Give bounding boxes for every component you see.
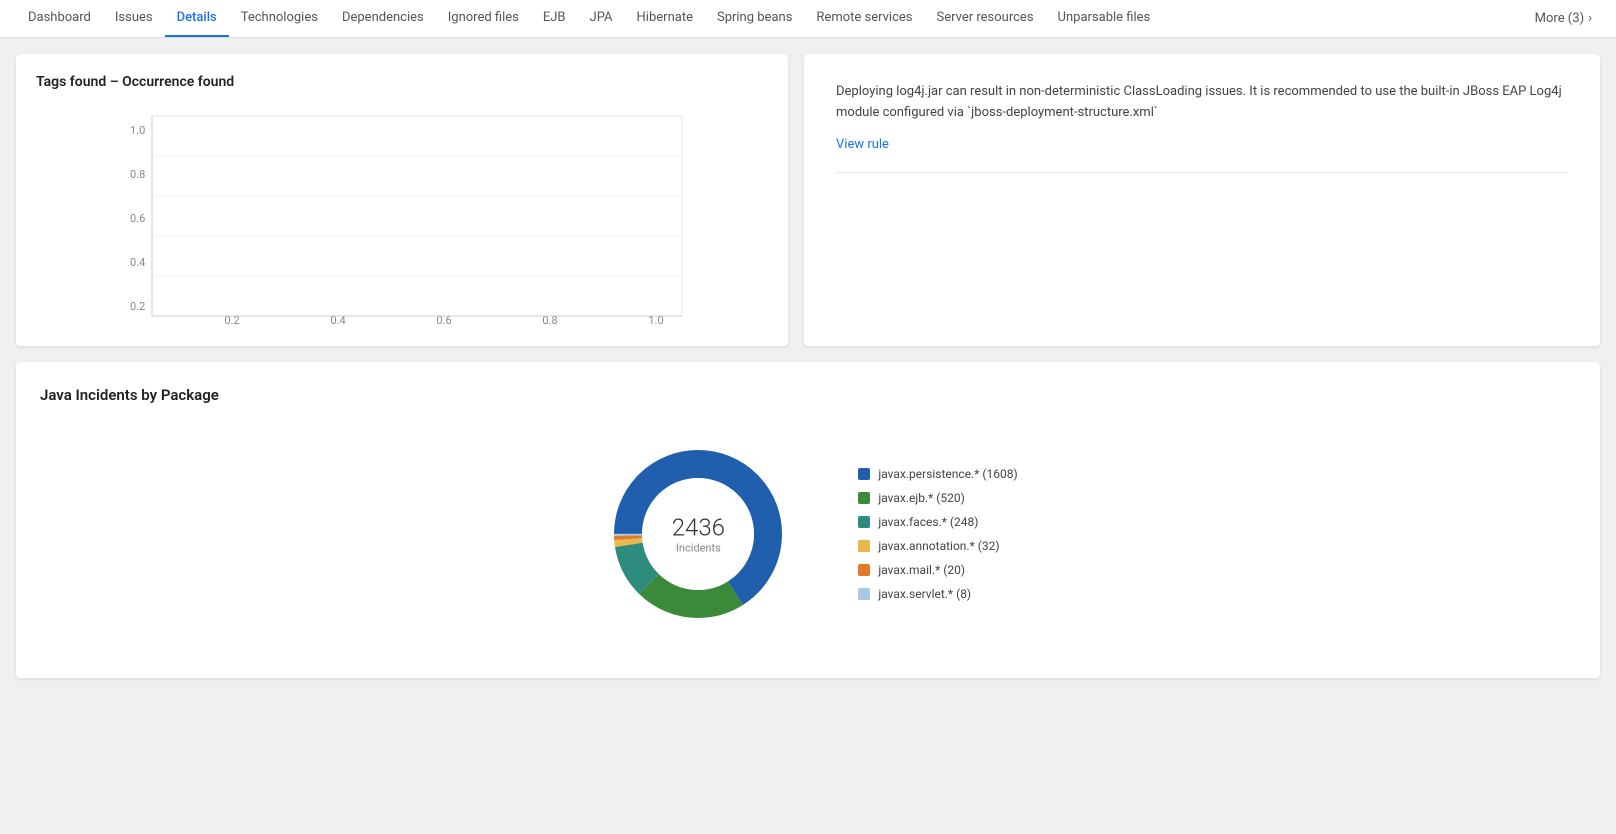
legend-color-ejb [858, 492, 870, 504]
legend-label-persistence: javax.persistence.* (1608) [878, 467, 1017, 481]
nav-more[interactable]: More (3) › [1527, 11, 1600, 26]
legend-item-annotation: javax.annotation.* (32) [858, 539, 1017, 553]
donut-center: 2436 Incidents [672, 514, 725, 555]
nav-dashboard[interactable]: Dashboard [16, 0, 103, 38]
nav-remote-services[interactable]: Remote services [804, 0, 924, 38]
nav-jpa[interactable]: JPA [578, 0, 625, 38]
nav-unparsable-files[interactable]: Unparsable files [1046, 0, 1163, 38]
legend-item-mail: javax.mail.* (20) [858, 563, 1017, 577]
legend-item-ejb: javax.ejb.* (520) [858, 491, 1017, 505]
svg-text:0.6: 0.6 [130, 212, 145, 225]
legend-color-annotation [858, 540, 870, 552]
donut-legend: javax.persistence.* (1608) javax.ejb.* (… [858, 467, 1017, 601]
main-content: Tags found – Occurrence found 1.0 0.8 0.… [0, 38, 1616, 694]
legend-label-ejb: javax.ejb.* (520) [878, 491, 964, 505]
tags-chart-area: 1.0 0.8 0.6 0.4 0.2 0.2 0.4 0.6 [36, 106, 768, 326]
svg-text:0.4: 0.4 [130, 256, 145, 269]
legend-color-persistence [858, 468, 870, 480]
info-card: Deploying log4j.jar can result in non-de… [804, 54, 1600, 346]
nav-technologies[interactable]: Technologies [229, 0, 330, 38]
info-text: Deploying log4j.jar can result in non-de… [836, 82, 1568, 124]
tags-chart-title: Tags found – Occurrence found [36, 74, 768, 90]
nav-ejb[interactable]: EJB [531, 0, 578, 38]
java-incidents-card: Java Incidents by Package [16, 362, 1600, 678]
nav-details[interactable]: Details [165, 0, 229, 38]
chevron-right-icon: › [1588, 11, 1592, 26]
donut-total: 2436 [672, 514, 725, 542]
legend-color-faces [858, 516, 870, 528]
legend-color-servlet [858, 588, 870, 600]
legend-item-faces: javax.faces.* (248) [858, 515, 1017, 529]
legend-label-faces: javax.faces.* (248) [878, 515, 978, 529]
nav-server-resources[interactable]: Server resources [925, 0, 1046, 38]
tags-occurrence-card: Tags found – Occurrence found 1.0 0.8 0.… [16, 54, 788, 346]
view-rule-link[interactable]: View rule [836, 137, 889, 152]
tags-chart-svg: 1.0 0.8 0.6 0.4 0.2 0.2 0.4 0.6 [36, 106, 768, 326]
legend-label-annotation: javax.annotation.* (32) [878, 539, 999, 553]
nav-ignored-files[interactable]: Ignored files [436, 0, 531, 38]
nav-spring-beans[interactable]: Spring beans [705, 0, 804, 38]
nav-issues[interactable]: Issues [103, 0, 165, 38]
donut-row: 2436 Incidents javax.persistence.* (1608… [40, 424, 1576, 654]
legend-label-servlet: javax.servlet.* (8) [878, 587, 971, 601]
legend-item-persistence: javax.persistence.* (1608) [858, 467, 1017, 481]
svg-text:0.2: 0.2 [130, 300, 145, 313]
legend-color-mail [858, 564, 870, 576]
svg-text:0.8: 0.8 [130, 168, 145, 181]
svg-text:1.0: 1.0 [130, 124, 145, 137]
nav-dependencies[interactable]: Dependencies [330, 0, 436, 38]
donut-chart: 2436 Incidents [598, 434, 798, 634]
java-incidents-title: Java Incidents by Package [40, 386, 1576, 404]
donut-label: Incidents [672, 542, 725, 555]
legend-label-mail: javax.mail.* (20) [878, 563, 965, 577]
nav-hibernate[interactable]: Hibernate [625, 0, 705, 38]
nav-bar: Dashboard Issues Details Technologies De… [0, 0, 1616, 38]
top-row: Tags found – Occurrence found 1.0 0.8 0.… [16, 54, 1600, 346]
legend-item-servlet: javax.servlet.* (8) [858, 587, 1017, 601]
card-divider [836, 172, 1568, 173]
